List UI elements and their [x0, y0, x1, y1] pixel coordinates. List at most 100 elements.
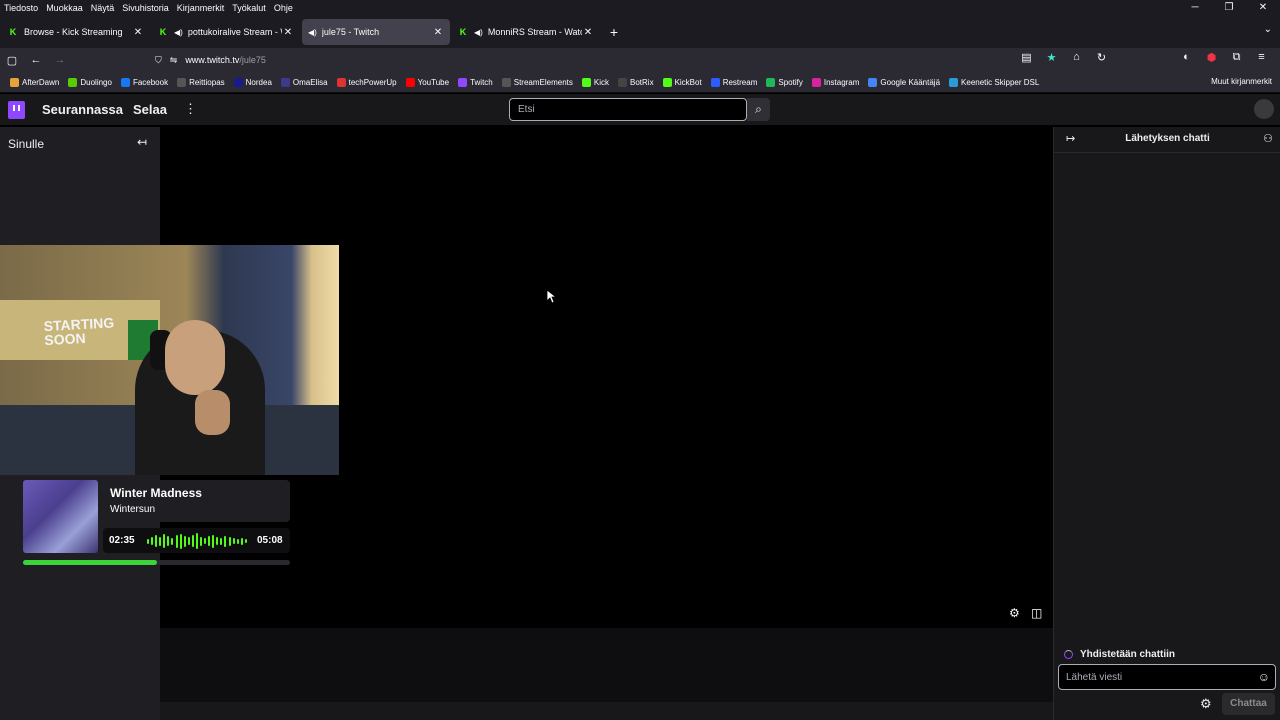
- bookmark-label: Reittiopas: [189, 77, 225, 87]
- menu-file[interactable]: Tiedosto: [4, 3, 38, 13]
- menu-icon[interactable]: ≡: [1249, 51, 1274, 64]
- bookmark-item[interactable]: StreamElements: [501, 77, 573, 87]
- kick-icon: K: [459, 27, 467, 37]
- bookmark-item[interactable]: Kick: [581, 77, 609, 87]
- tab-jule75[interactable]: ◀) jule75 - Twitch ✕: [302, 19, 450, 45]
- bookmark-item[interactable]: YouTube: [405, 77, 449, 87]
- chevron-down-icon[interactable]: ⌄: [1264, 24, 1272, 35]
- time-current: 02:35: [109, 535, 135, 546]
- waveform-bar: [195, 533, 198, 549]
- menu-view[interactable]: Näytä: [91, 3, 115, 13]
- chat-send-button[interactable]: Chattaa: [1222, 693, 1275, 715]
- sidebar-toggle-icon[interactable]: ▢: [0, 54, 24, 67]
- bookmark-favicon-icon: [501, 77, 511, 87]
- bookmark-item[interactable]: AfterDawn: [10, 77, 59, 87]
- menu-bookmarks[interactable]: Kirjanmerkit: [177, 3, 225, 13]
- close-icon[interactable]: ✕: [432, 27, 444, 38]
- bookmark-item[interactable]: Keenetic Skipper DSL: [949, 77, 1039, 87]
- bookmark-favicon-icon: [336, 77, 346, 87]
- tab-label: jule75 - Twitch: [321, 27, 380, 37]
- bookmark-item[interactable]: Facebook: [120, 77, 168, 87]
- close-icon[interactable]: ✕: [582, 27, 594, 38]
- waveform-bar: [163, 534, 166, 548]
- speaker-icon[interactable]: ◀): [474, 28, 483, 37]
- close-window-icon[interactable]: ✕: [1246, 0, 1280, 16]
- bookmark-item[interactable]: Reittiopas: [177, 77, 225, 87]
- tab-pottukoiralive[interactable]: K ◀) pottukoiralive Stream - Wa ✕: [152, 19, 300, 45]
- menu-edit[interactable]: Muokkaa: [46, 3, 83, 13]
- search-input[interactable]: Etsi: [509, 98, 747, 121]
- bookmark-favicon-icon: [10, 77, 19, 87]
- waveform-bar: [232, 538, 235, 544]
- theatre-mode-icon[interactable]: ◫: [1031, 606, 1042, 620]
- forward-icon[interactable]: →: [48, 54, 72, 66]
- nav-following[interactable]: Seurannassa: [42, 102, 123, 117]
- close-icon[interactable]: ✕: [282, 27, 294, 38]
- url-host: www.twitch.tv: [185, 55, 240, 65]
- bookmark-item[interactable]: Instagram: [811, 77, 859, 87]
- bookmark-favicon-icon: [618, 77, 627, 87]
- menu-help[interactable]: Ohje: [274, 3, 293, 13]
- bookmark-label: OmaElisa: [292, 77, 328, 87]
- bookmark-item[interactable]: Spotify: [766, 77, 803, 87]
- avatar[interactable]: [1254, 99, 1274, 119]
- tab-monnirs[interactable]: K ◀) MonniRS Stream - Watch Li ✕: [452, 19, 600, 45]
- adblock-icon[interactable]: ⬢: [1199, 51, 1224, 64]
- address-bar[interactable]: ⛉ ⇋ www.twitch.tv/jule75: [155, 50, 1005, 70]
- bookmark-item[interactable]: KickBot: [662, 77, 702, 87]
- bookmark-item[interactable]: BotRix: [618, 77, 654, 87]
- search-icon[interactable]: ⌕: [747, 98, 770, 121]
- menu-tools[interactable]: Työkalut: [232, 3, 266, 13]
- extension-icon[interactable]: ◐: [1174, 51, 1199, 64]
- restore-icon[interactable]: ❐: [1212, 0, 1246, 16]
- bookmark-favicon-icon: [280, 77, 290, 87]
- other-bookmarks[interactable]: Muut kirjanmerkit: [1211, 77, 1272, 86]
- shield-icon[interactable]: ⛉: [155, 55, 162, 66]
- chat-input[interactable]: Lähetä viesti: [1058, 664, 1276, 690]
- waveform-bar: [240, 537, 243, 545]
- twitch-logo-icon[interactable]: [8, 101, 25, 119]
- reader-icon[interactable]: ▤: [1014, 51, 1039, 64]
- bookmark-item[interactable]: Restream: [710, 77, 757, 87]
- new-tab-icon[interactable]: +: [604, 24, 624, 40]
- nav-browse[interactable]: Selaa: [133, 102, 167, 117]
- more-icon[interactable]: ⋮: [184, 101, 197, 117]
- reload-icon[interactable]: ↻: [1089, 51, 1114, 64]
- emoji-icon[interactable]: ☺: [1258, 670, 1270, 684]
- bookmark-item[interactable]: OmaElisa: [280, 77, 328, 87]
- home-icon[interactable]: ⌂: [1064, 51, 1089, 64]
- bookmark-favicon-icon: [233, 77, 243, 87]
- minimize-icon[interactable]: ─: [1178, 0, 1212, 16]
- tab-kick-browse[interactable]: K Browse - Kick Streaming ✕: [2, 19, 150, 45]
- bookmark-item[interactable]: Duolingo: [68, 77, 112, 87]
- song-artist: Wintersun: [110, 504, 156, 515]
- bookmark-label: BotRix: [630, 77, 654, 87]
- extensions-icon[interactable]: ⧉: [1224, 51, 1249, 64]
- chat-connecting-text: Yhdistetään chattiin: [1080, 649, 1176, 660]
- close-icon[interactable]: ✕: [132, 27, 144, 38]
- settings-icon[interactable]: ⚙: [1009, 606, 1020, 620]
- tab-bar: K Browse - Kick Streaming ✕ K ◀) pottuko…: [0, 16, 1280, 48]
- users-icon[interactable]: ⚇: [1263, 132, 1273, 145]
- waveform-bar: [191, 535, 194, 547]
- bookmark-item[interactable]: techPowerUp: [336, 77, 397, 87]
- waveform-bar: [220, 537, 223, 545]
- tab-label: pottukoiralive Stream - Wa: [187, 27, 282, 37]
- speaker-icon[interactable]: ◀): [174, 28, 183, 37]
- waveform-bar: [183, 535, 186, 547]
- chat-settings-icon[interactable]: ⚙: [1200, 696, 1212, 712]
- bookmark-item[interactable]: Twitch: [458, 77, 493, 87]
- lock-icon[interactable]: ⇋: [170, 55, 178, 66]
- bookmark-item[interactable]: Nordea: [233, 77, 272, 87]
- tab-label: Browse - Kick Streaming: [24, 27, 123, 37]
- waveform-bar: [167, 536, 170, 546]
- bookmark-favicon-icon: [766, 77, 776, 87]
- waveform-bar: [200, 536, 203, 546]
- bookmark-item[interactable]: Google Kääntäjä: [868, 77, 940, 87]
- star-icon[interactable]: ★: [1039, 51, 1064, 64]
- menu-history[interactable]: Sivuhistoria: [122, 3, 169, 13]
- waveform-bar: [175, 534, 178, 548]
- back-icon[interactable]: ←: [24, 54, 48, 66]
- speaker-icon[interactable]: ◀): [308, 28, 317, 37]
- collapse-icon[interactable]: ↤: [137, 135, 147, 149]
